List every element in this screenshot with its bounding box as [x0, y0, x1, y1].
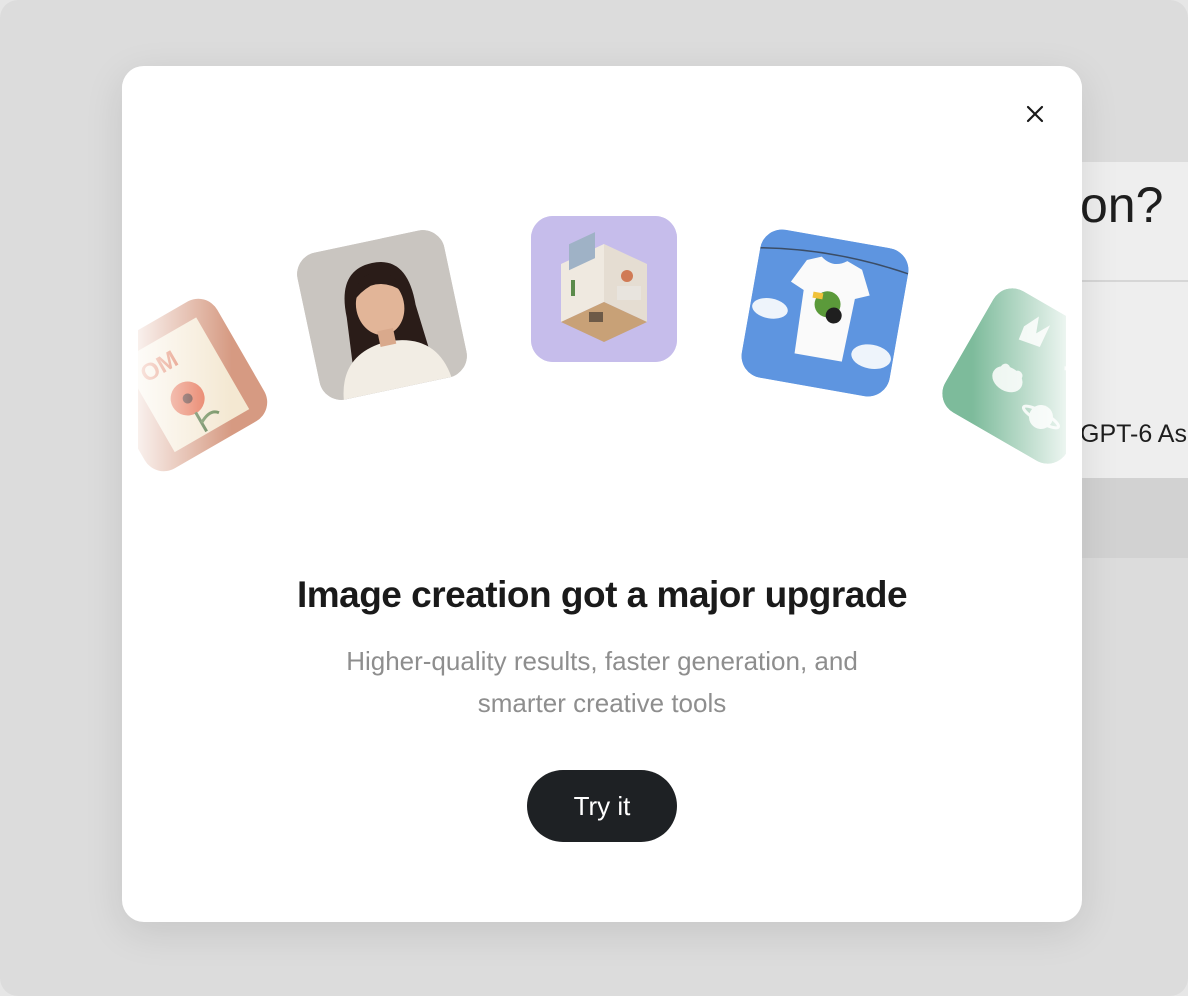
- portrait-tile: [293, 226, 471, 404]
- modal-subtitle: Higher-quality results, faster generatio…: [346, 646, 858, 718]
- tshirt-image: [738, 226, 912, 400]
- gallery-edge-left: [122, 66, 138, 546]
- modal-headline: Image creation got a major upgrade: [296, 574, 908, 615]
- background-model-label: GPT-6 As: [1080, 420, 1187, 448]
- gallery-edge-right: [1066, 66, 1082, 546]
- isometric-room-image: [531, 216, 677, 362]
- tshirt-tile: [738, 226, 912, 400]
- upgrade-modal: OM: [122, 66, 1082, 922]
- gallery-fade-left: [122, 246, 232, 506]
- room-tile: [531, 216, 677, 362]
- background-heading: on?: [1080, 177, 1164, 233]
- background-divider: [1080, 280, 1188, 282]
- image-gallery: OM: [122, 66, 1082, 546]
- background-bar: [1080, 478, 1188, 558]
- try-it-button[interactable]: Try it: [527, 770, 677, 842]
- portrait-image: [293, 226, 471, 404]
